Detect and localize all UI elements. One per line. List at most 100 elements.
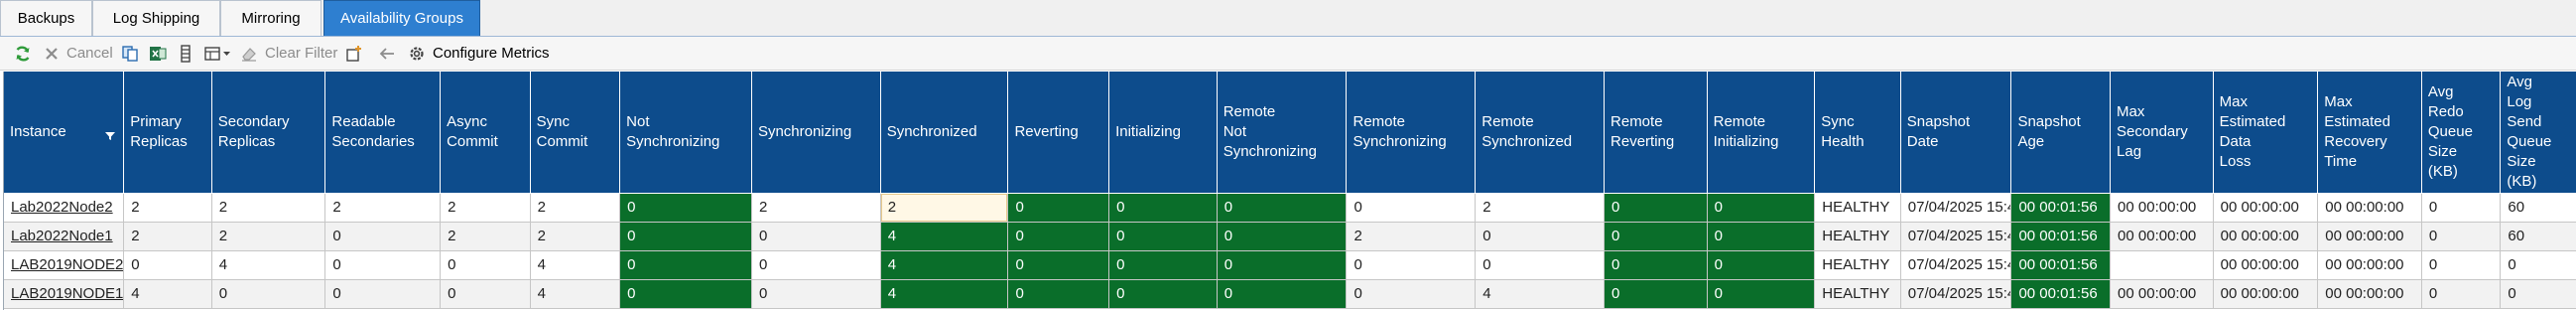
column-header[interactable]: Remote Synchronizing: [1346, 72, 1477, 194]
table-cell: 0: [324, 250, 442, 280]
tab-availability-groups[interactable]: Availability Groups: [323, 0, 480, 36]
column-header-label: Initializing: [1115, 122, 1181, 140]
table-row[interactable]: Lab2022Node1 2 2 0 2 2 0 0 4 0 0 0 2 0 0 0 HEALTHY 07/04/…: [4, 222, 2576, 251]
new-window-button[interactable]: [345, 37, 363, 70]
tab-strip: Backups Log Shipping Mirroring Availabil…: [0, 0, 2576, 37]
table-cell: 0: [2421, 279, 2502, 309]
column-header[interactable]: Max Secondary Lag: [2110, 72, 2214, 194]
cancel-button[interactable]: Cancel: [44, 37, 113, 70]
tab-log-shipping[interactable]: Log Shipping: [92, 0, 220, 36]
column-header[interactable]: Sync Health: [1814, 72, 1901, 194]
table-cell: 0: [751, 279, 881, 309]
refresh-button[interactable]: [14, 37, 32, 70]
column-header-label: Avg: [2427, 82, 2454, 100]
table-cell: 0: [1604, 193, 1708, 223]
column-header-label: (KB): [2507, 172, 2537, 190]
table-cell: 4: [880, 279, 1009, 309]
cancel-icon: [44, 46, 60, 62]
column-header[interactable]: Readable Secondaries: [324, 72, 442, 194]
column-header-label: Not: [1223, 122, 1247, 140]
table-cell: 0: [1217, 222, 1348, 251]
back-button[interactable]: [378, 37, 396, 70]
column-header[interactable]: Sync Commit: [530, 72, 621, 194]
filter-icon[interactable]: [105, 127, 116, 147]
column-header[interactable]: Initializing: [1108, 72, 1218, 194]
refresh-icon: [14, 45, 32, 63]
table-cell: 0: [1346, 279, 1477, 309]
table-cell: 2: [211, 222, 326, 251]
table-cell: 60: [2500, 222, 2576, 251]
table-cell: 0: [1346, 193, 1477, 223]
export-excel-button[interactable]: [149, 37, 167, 70]
table-row[interactable]: LAB2019NODE1 4 0 0 0 4 0 0 4 0 0 0 0 4 0 0 HEALTHY 07/04/…: [4, 279, 2576, 309]
column-header[interactable]: Remote Initializing: [1707, 72, 1816, 194]
instance-link[interactable]: LAB2019NODE2: [4, 250, 125, 280]
configure-metrics-button[interactable]: Configure Metrics: [408, 37, 550, 70]
column-header-label: Sync: [536, 112, 570, 130]
column-header[interactable]: Reverting: [1007, 72, 1110, 194]
table-cell: 0: [751, 222, 881, 251]
clear-filter-label: Clear Filter: [265, 45, 338, 62]
table-cell: 0: [1604, 250, 1708, 280]
column-header-label: Reverting: [1014, 122, 1079, 140]
column-header[interactable]: Remote Reverting: [1604, 72, 1708, 194]
column-header[interactable]: Async Commit: [440, 72, 531, 194]
column-header-label: Snapshot: [1906, 112, 1971, 130]
column-header-label: Avg: [2507, 73, 2532, 90]
column-header[interactable]: Remote Synchronized: [1475, 72, 1606, 194]
column-header[interactable]: Primary Replicas: [123, 72, 212, 194]
instance-link[interactable]: Lab2022Node2: [4, 193, 125, 223]
column-header-label: Sync: [1821, 112, 1855, 130]
layout-menu-button[interactable]: [204, 37, 230, 70]
table-cell: 60: [2500, 193, 2576, 223]
column-header[interactable]: Max Estimated Recovery Time: [2317, 72, 2422, 194]
column-header[interactable]: Not Synchronizing: [619, 72, 752, 194]
column-header-label: Queue: [2507, 132, 2552, 150]
clear-filter-button[interactable]: Clear Filter: [240, 37, 337, 70]
column-header[interactable]: Synchronized: [880, 72, 1009, 194]
column-header[interactable]: Synchronizing: [751, 72, 881, 194]
column-header-label: Replicas: [130, 132, 188, 150]
instance-link[interactable]: Lab2022Node1: [4, 222, 125, 251]
table-row[interactable]: LAB2019NODE2 0 4 0 0 4 0 0 4 0 0 0 0 0 0 0 HEALTHY 07/04/…: [4, 250, 2576, 280]
table-cell: 0: [1604, 222, 1708, 251]
column-header[interactable]: Remote Not Synchronizing: [1217, 72, 1348, 194]
column-header-label: Synchronizing: [1223, 142, 1317, 160]
column-header[interactable]: Secondary Replicas: [211, 72, 326, 194]
table-cell: 0: [1217, 193, 1348, 223]
column-header[interactable]: Snapshot Age: [2010, 72, 2112, 194]
column-header-label: Max: [2219, 92, 2248, 110]
column-header-label: Queue: [2427, 122, 2473, 140]
table-cell: HEALTHY: [1814, 222, 1901, 251]
column-header-label: Reverting: [1610, 132, 1675, 150]
column-header-label: Synchronized: [886, 122, 977, 140]
table-cell: 00 00:01:56: [2010, 279, 2112, 309]
table-cell: 4: [211, 250, 326, 280]
column-header[interactable]: Avg Log Send Queue Size (KB): [2500, 72, 2576, 194]
column-chooser-button[interactable]: [179, 37, 193, 70]
column-header[interactable]: Snapshot Date: [1900, 72, 2012, 194]
tab-backups[interactable]: Backups: [0, 0, 92, 36]
table-cell: 0: [1346, 250, 1477, 280]
table-cell: 2: [123, 222, 212, 251]
column-header[interactable]: Max Estimated Data Loss: [2213, 72, 2319, 194]
column-header[interactable]: Instance: [4, 72, 125, 194]
column-header-label: Remote: [1610, 112, 1663, 130]
column-header-label: Size: [2507, 152, 2536, 170]
chevron-down-icon: [223, 51, 230, 57]
table-cell: [2110, 250, 2214, 280]
table-cell: HEALTHY: [1814, 250, 1901, 280]
instance-link[interactable]: LAB2019NODE1: [4, 279, 125, 309]
copy-button[interactable]: [121, 37, 139, 70]
table-cell: 00 00:00:00: [2110, 222, 2214, 251]
column-header[interactable]: Avg Redo Queue Size (KB): [2421, 72, 2502, 194]
column-header-label: Data: [2219, 132, 2252, 150]
table-row[interactable]: Lab2022Node2 2 2 2 2 2 0 2 2 0 0 0 0 2 0 0 HEALTHY 07/04/…: [4, 193, 2576, 223]
table-cell: 0: [619, 222, 752, 251]
table-cell: 0: [619, 250, 752, 280]
table-cell: 0: [123, 250, 212, 280]
tab-mirroring[interactable]: Mirroring: [220, 0, 322, 36]
column-header-label: Loss: [2219, 152, 2252, 170]
new-window-icon: [345, 45, 363, 63]
column-header-label: Remote: [1352, 112, 1406, 130]
